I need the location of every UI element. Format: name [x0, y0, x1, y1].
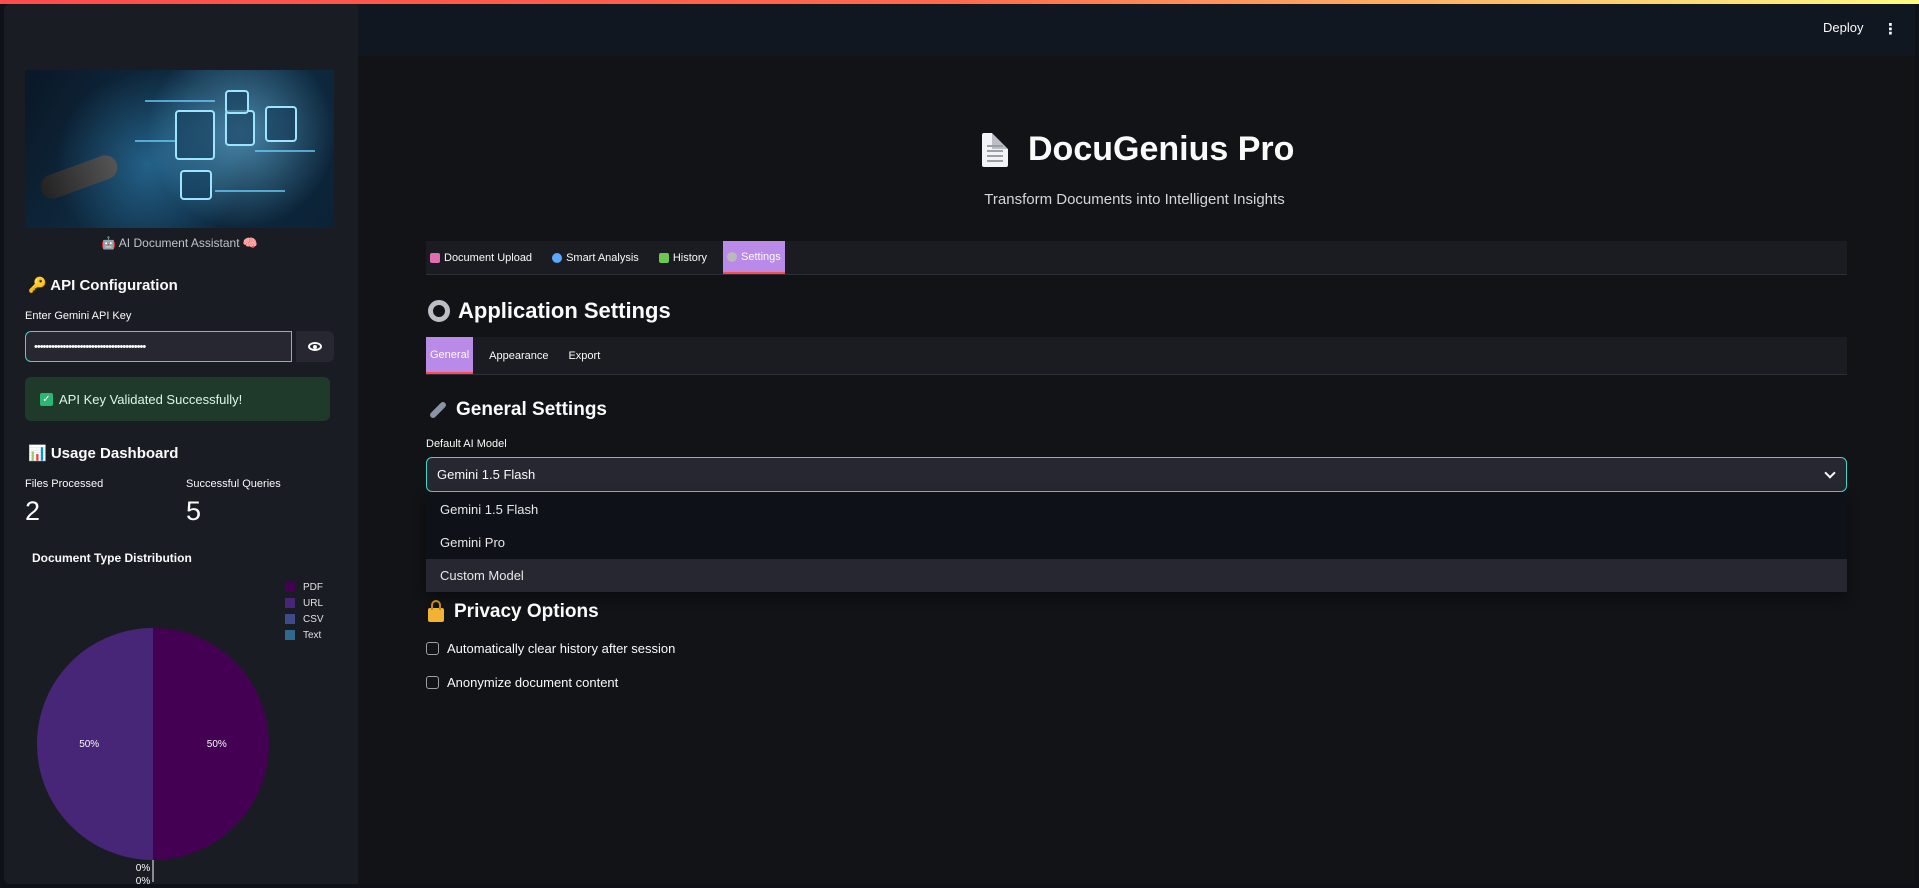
eye-icon [308, 342, 322, 351]
pie-label-csv: 0% [136, 863, 151, 874]
page-title-text: DocuGenius Pro [1028, 130, 1295, 168]
top-accent-bar [0, 0, 1919, 4]
pie-chart: 50% 50% 0% 0% [37, 628, 269, 884]
gear-icon [428, 300, 450, 322]
tab-smart-analysis[interactable]: Smart Analysis [548, 241, 643, 274]
dropdown-option[interactable]: Custom Model [426, 559, 1847, 592]
sidebar-banner-image [25, 70, 334, 228]
page-subtitle: Transform Documents into Intelligent Ins… [984, 191, 1285, 208]
api-config-header: 🔑 API Configuration [28, 277, 178, 294]
legend-swatch [285, 582, 295, 592]
main-tabs: Document Upload Smart Analysis History S… [426, 241, 1847, 275]
pie-label-text: 0% [136, 876, 151, 884]
pie-label-pdf: 50% [207, 739, 227, 750]
api-key-input[interactable]: ••••••••••••••••••••••••••••••••••••••• [25, 331, 292, 362]
sidebar: 🤖 AI Document Assistant 🧠 🔑 API Configur… [4, 4, 358, 884]
wrench-icon [428, 400, 448, 420]
tab-settings[interactable]: Settings [723, 241, 785, 274]
privacy-header: Privacy Options [428, 600, 599, 623]
legend-swatch [285, 598, 295, 608]
model-select[interactable]: Gemini 1.5 Flash [426, 457, 1847, 492]
legend-label: PDF [303, 581, 323, 593]
general-settings-header: General Settings [428, 399, 607, 421]
chevron-down-icon [1824, 467, 1836, 479]
metric-files-value: 2 [25, 496, 41, 526]
subtab-export[interactable]: Export [564, 337, 604, 374]
gear-icon [727, 251, 738, 262]
deploy-button[interactable]: Deploy [1823, 20, 1863, 35]
page-title: DocuGenius Pro [982, 130, 1294, 169]
checkmark-icon: ✓ [40, 392, 53, 406]
app-header: Deploy ⋮ [358, 4, 1915, 56]
magnifier-icon [552, 252, 563, 263]
api-success-alert: ✓ API Key Validated Successfully! [25, 377, 330, 421]
privacy-option-clear-history[interactable]: Automatically clear history after sessio… [426, 641, 675, 656]
privacy-option-anonymize[interactable]: Anonymize document content [426, 675, 618, 690]
dropdown-option[interactable]: Gemini Pro [426, 526, 1847, 559]
settings-subtabs: General Appearance Export [426, 337, 1847, 375]
subtab-general[interactable]: General [426, 337, 474, 374]
document-icon [982, 132, 1008, 167]
settings-header: Application Settings [428, 298, 671, 324]
metric-queries-label: Successful Queries [186, 478, 281, 490]
books-icon [658, 252, 669, 263]
metric-files-label: Files Processed [25, 478, 104, 490]
kebab-icon[interactable]: ⋮ [1883, 20, 1898, 38]
sidebar-caption: 🤖 AI Document Assistant 🧠 [101, 236, 258, 250]
legend-item: URL [285, 595, 324, 611]
legend-label: URL [303, 597, 324, 609]
tab-document-upload[interactable]: Document Upload [426, 241, 536, 274]
dropdown-option[interactable]: Gemini 1.5 Flash [426, 493, 1847, 526]
subtab-appearance[interactable]: Appearance [485, 337, 552, 374]
checkbox[interactable] [426, 676, 439, 689]
legend-label: CSV [303, 613, 324, 625]
show-password-button[interactable] [296, 331, 334, 362]
model-label: Default AI Model [426, 438, 507, 450]
legend-item: PDF [285, 579, 324, 595]
upload-icon [430, 252, 440, 263]
usage-dashboard-header: 📊 Usage Dashboard [28, 445, 179, 462]
lock-icon [428, 600, 444, 622]
legend-swatch [285, 614, 295, 624]
model-select-value: Gemini 1.5 Flash [437, 467, 536, 482]
api-success-text: API Key Validated Successfully! [59, 391, 243, 407]
tab-history[interactable]: History [655, 241, 711, 274]
main-area: Deploy ⋮ DocuGenius Pro Transform Docume… [358, 4, 1915, 884]
chart-title: Document Type Distribution [32, 551, 192, 565]
checkbox[interactable] [426, 642, 439, 655]
api-key-label: Enter Gemini API Key [25, 310, 132, 322]
model-dropdown: Gemini 1.5 Flash Gemini Pro Custom Model [426, 493, 1847, 592]
metric-queries-value: 5 [186, 496, 202, 526]
pie-label-url: 50% [79, 739, 99, 750]
